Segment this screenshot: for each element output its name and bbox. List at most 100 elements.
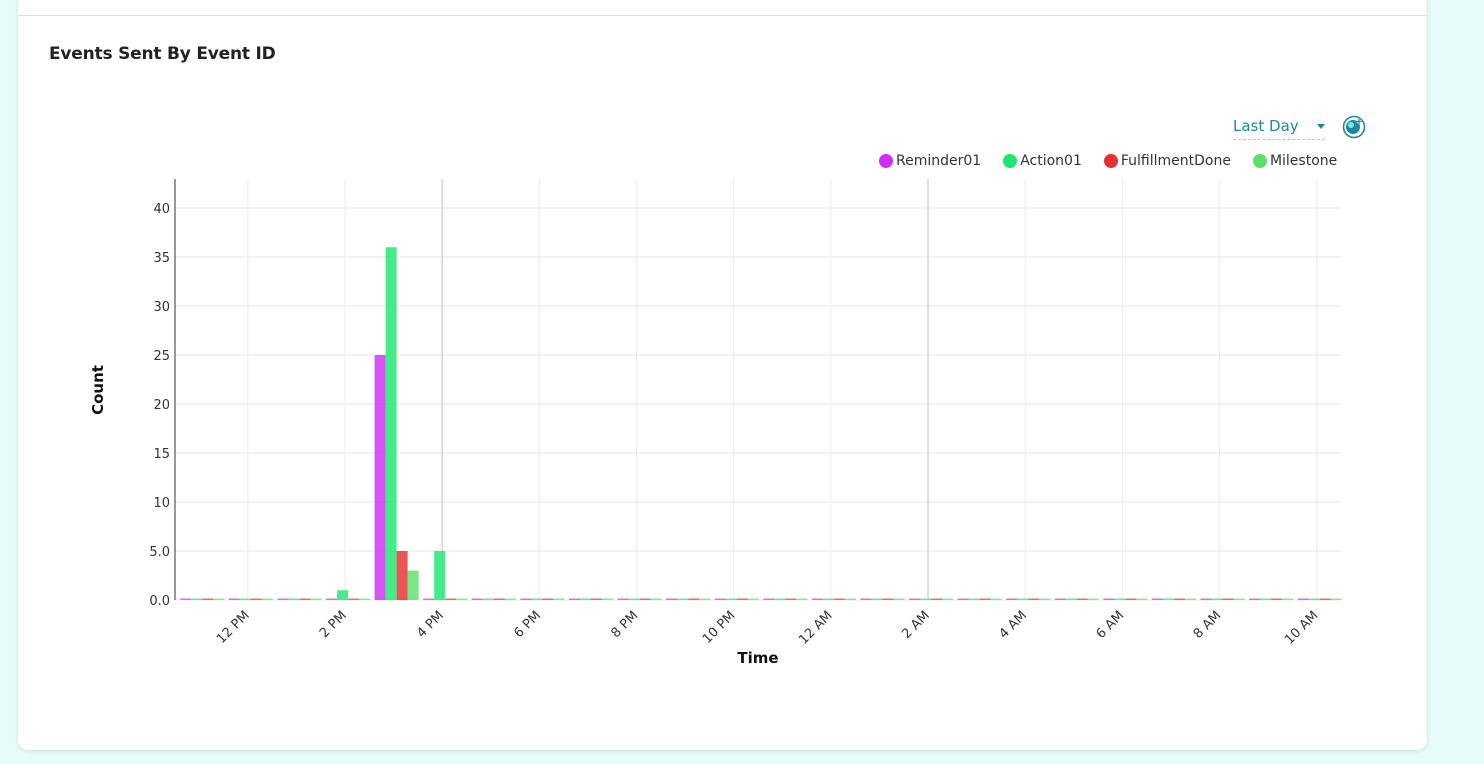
bar-fulfillmentdone	[493, 598, 505, 600]
bar-action01	[1017, 598, 1029, 600]
y-tick-label: 25	[153, 349, 170, 364]
bar-fulfillmentdone	[542, 598, 554, 600]
bar-reminder01	[1200, 598, 1212, 600]
bar-milestone	[456, 598, 468, 600]
bar-fulfillmentdone	[1222, 598, 1234, 600]
bar-action01	[968, 598, 980, 600]
bar-milestone	[1184, 598, 1196, 600]
y-axis: 0.0 5.0 10 15 20 25 30 35 40	[149, 179, 176, 609]
bar-reminder01	[617, 598, 629, 600]
bar-reminder01	[326, 598, 338, 600]
bar-milestone	[1039, 598, 1051, 600]
x-tick-label: 10 AM	[1282, 608, 1321, 647]
bar-fulfillmentdone	[1125, 598, 1137, 600]
bar-fulfillmentdone	[1173, 598, 1185, 600]
bar-milestone	[844, 598, 856, 600]
bar-milestone	[1233, 598, 1245, 600]
bar-reminder01	[277, 598, 289, 600]
x-tick-label: 2 PM	[317, 608, 350, 641]
bar-reminder01	[714, 598, 726, 600]
bar-reminder01	[666, 598, 678, 600]
y-tick-label: 5.0	[149, 545, 170, 560]
x-tick-label: 4 AM	[996, 608, 1030, 642]
bar-reminder01	[228, 598, 240, 600]
bar-fulfillmentdone	[590, 598, 602, 600]
y-axis-title: Count	[89, 365, 107, 415]
x-tick-label: 2 AM	[899, 608, 933, 642]
bar-action01	[434, 551, 446, 600]
bar-milestone	[601, 598, 613, 600]
events-bar-chart: 0.0 5.0 10 15 20 25 30 35 40 12 PM 2 PM 4 PM 6 PM 8 …	[89, 179, 1342, 667]
bar-fulfillmentdone	[348, 598, 360, 600]
bar-milestone	[213, 598, 225, 600]
chart-bars	[180, 247, 1342, 600]
bar-fulfillmentdone	[882, 598, 894, 600]
bar-milestone	[699, 598, 711, 600]
bar-milestone	[407, 570, 419, 600]
bar-action01	[822, 598, 834, 600]
x-tick-label: 12 AM	[796, 608, 835, 647]
bar-action01	[531, 598, 543, 600]
bar-milestone	[796, 598, 808, 600]
bar-action01	[482, 598, 494, 600]
bar-reminder01	[568, 598, 580, 600]
chart-grid	[175, 179, 1341, 601]
bar-reminder01	[180, 598, 192, 600]
y-tick-label: 10	[153, 496, 170, 511]
bar-milestone	[990, 598, 1002, 600]
bar-reminder01	[471, 598, 483, 600]
bar-fulfillmentdone	[931, 598, 943, 600]
bar-action01	[239, 598, 251, 600]
bar-reminder01	[811, 598, 823, 600]
bar-milestone	[1282, 598, 1294, 600]
bar-reminder01	[1103, 598, 1115, 600]
bar-reminder01	[1151, 598, 1163, 600]
bar-action01	[1114, 598, 1126, 600]
bar-action01	[1260, 598, 1272, 600]
bar-fulfillmentdone	[785, 598, 797, 600]
bar-milestone	[1136, 598, 1148, 600]
bar-action01	[628, 598, 640, 600]
bar-fulfillmentdone	[688, 598, 700, 600]
bar-action01	[1162, 598, 1174, 600]
bar-reminder01	[763, 598, 775, 600]
x-tick-label: 6 PM	[511, 608, 544, 641]
y-tick-label: 0.0	[149, 594, 170, 609]
bar-fulfillmentdone	[833, 598, 845, 600]
bar-fulfillmentdone	[1028, 598, 1040, 600]
bar-milestone	[504, 598, 516, 600]
bar-fulfillmentdone	[396, 551, 408, 600]
x-tick-label: 12 PM	[214, 608, 253, 647]
bar-reminder01	[520, 598, 532, 600]
bar-milestone	[553, 598, 565, 600]
bar-fulfillmentdone	[979, 598, 991, 600]
y-tick-label: 40	[153, 202, 170, 217]
bar-reminder01	[957, 598, 969, 600]
bar-fulfillmentdone	[299, 598, 311, 600]
bar-fulfillmentdone	[1076, 598, 1088, 600]
bar-fulfillmentdone	[202, 598, 214, 600]
bar-action01	[385, 247, 397, 600]
bar-milestone	[261, 598, 273, 600]
bar-milestone	[650, 598, 662, 600]
bar-action01	[1065, 598, 1077, 600]
x-tick-label: 6 AM	[1094, 608, 1128, 642]
bar-milestone	[359, 598, 371, 600]
x-axis-title: Time	[737, 649, 778, 667]
bar-action01	[725, 598, 737, 600]
bar-action01	[579, 598, 591, 600]
y-tick-label: 15	[153, 447, 170, 462]
bar-reminder01	[374, 355, 386, 600]
x-tick-label: 10 PM	[700, 608, 739, 647]
bar-fulfillmentdone	[445, 598, 457, 600]
bar-milestone	[1087, 598, 1099, 600]
bar-reminder01	[1249, 598, 1261, 600]
x-axis: 12 PM 2 PM 4 PM 6 PM 8 PM 10 PM 12 AM 2 AM 4 AM 6…	[214, 608, 1322, 647]
bar-action01	[774, 598, 786, 600]
bar-action01	[677, 598, 689, 600]
bar-milestone	[942, 598, 954, 600]
bar-action01	[337, 590, 349, 600]
bar-action01	[871, 598, 883, 600]
bar-fulfillmentdone	[250, 598, 262, 600]
y-tick-label: 35	[153, 251, 170, 266]
